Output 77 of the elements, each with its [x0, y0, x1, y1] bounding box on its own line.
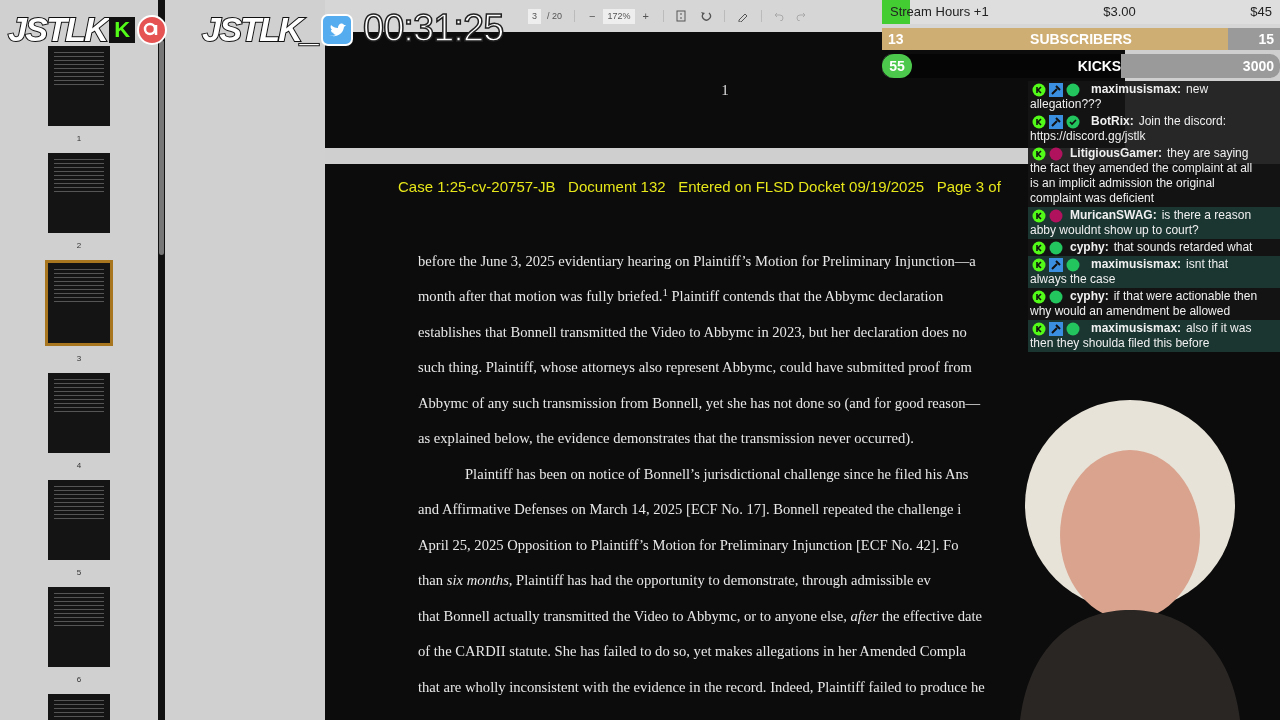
chat-username: maximusismax: — [1091, 321, 1182, 336]
zoom-in-button[interactable]: + — [640, 8, 651, 25]
document-text-line: of the CARDII statute. She has failed to do so, yet makes allegations in her Amended Compla — [418, 642, 966, 661]
document-text-line: that Bonnell actually transmitted the Video to Abbymc, or to anyone else, after the effective date — [418, 606, 982, 626]
document-text-line: establishes that Bonnell transmitted the Video to Abbymc in 2023, but her declaration does no — [418, 322, 967, 342]
page-number: 1 — [721, 80, 729, 100]
page-label: 2 — [76, 240, 82, 252]
channel-logo-text: JSTLK — [8, 9, 108, 50]
page-thumbnail[interactable] — [48, 587, 110, 667]
hammer-badge-icon — [1049, 321, 1063, 336]
document-text-line: and Affirmative Defenses on March 14, 2025 [ECF No. 17]. Bonnell repeated the challenge i — [418, 500, 962, 519]
document-text-line: such thing. Plaintiff, whose attorneys also represent Abbymc, could have submitted proof from — [418, 358, 972, 377]
chat-message-text: https://discord.gg/jstlk — [1030, 129, 1146, 144]
kick-badge-icon — [1032, 321, 1046, 336]
chat-message-text: new — [1186, 82, 1209, 97]
document-text-line: that are wholly inconsistent with the evidence in the record. Indeed, Plaintiff failed to produce he — [418, 677, 985, 697]
zoom-out-button[interactable]: − — [587, 8, 598, 25]
page-label: 6 — [76, 674, 82, 686]
chat-username: MuricanSWAG: — [1070, 208, 1157, 223]
page-label: 4 — [76, 460, 82, 472]
page-label: 3 — [76, 353, 82, 365]
document-text-line: Abbymc of any such transmission from Bonnell, yet she has not done so (and for good reason— — [418, 393, 981, 413]
chat-username: maximusismax: — [1091, 257, 1182, 272]
document-text-line: April 25, 2025 Opposition to Plaintiff’s Motion for Preliminary Injunction [ECF No. 42]. Fo — [418, 535, 959, 555]
document-text-line: as explained below, the evidence demonstrates that the transmission never occurred). — [418, 429, 914, 448]
channel-logo-text: JSTLK_ — [202, 9, 319, 50]
document-text-line: month after that motion was fully briefed.$^{1}$ Plaintiff contends that the Abbymc declaration — [418, 286, 944, 306]
goal-count: 13 — [888, 29, 904, 49]
goal-target: 15 — [1258, 29, 1274, 49]
page-thumbnail[interactable] — [48, 46, 110, 126]
chat-message-text: they are saying — [1167, 146, 1249, 161]
goal-amount: $3.00 — [1103, 3, 1136, 22]
rotate-icon[interactable] — [699, 10, 712, 23]
page-thumbnail[interactable] — [48, 153, 110, 233]
chat-username: cyphy: — [1070, 240, 1109, 255]
chat-message-text: the fact they amended the complaint at all — [1030, 161, 1253, 176]
redo-icon[interactable] — [795, 11, 806, 22]
page-thumbnail[interactable] — [48, 373, 110, 453]
kick-badge-icon — [1032, 208, 1046, 223]
goal-target: $45 — [1250, 3, 1272, 22]
document-text-line: Plaintiff has been on notice of Bonnell’s jurisdictional challenge since he filed his Ans — [465, 464, 969, 484]
goal-title: SUBSCRIBERS — [1030, 29, 1132, 49]
record-logo-icon — [137, 14, 168, 45]
goal-target: 3000 — [1242, 56, 1274, 76]
chat-message-text: is an implicit admission the original — [1030, 176, 1215, 191]
chat-message-text: then they shoulda filed this before — [1030, 336, 1210, 351]
chat-message-text: also if it was — [1186, 321, 1252, 336]
chat-message-text: why would an amendment be allowed — [1030, 304, 1231, 319]
page-label: 1 — [76, 133, 82, 145]
chat-message-text: always the case — [1030, 272, 1116, 287]
chat-username: maximusismax: — [1091, 82, 1182, 97]
bird-icon — [321, 13, 354, 46]
chat-username: cyphy: — [1070, 289, 1109, 304]
goal-title: KICKS — [1077, 56, 1122, 76]
chat-message-text: that sounds retarded what — [1113, 240, 1253, 255]
hammer-badge-icon — [1049, 257, 1063, 272]
page-count: / 20 — [547, 9, 563, 23]
undo-icon[interactable] — [773, 11, 784, 22]
page-label: 5 — [76, 567, 82, 579]
document-header: Case 1:25-cv-20757-JB Document 132 Entered on FLSD Docket 09/19/2025 Page 3 of — [398, 177, 1001, 197]
chat-message-text: is there a reason — [1161, 208, 1252, 223]
chat-username: LitigiousGamer: — [1070, 146, 1162, 161]
page-thumbnail[interactable] — [48, 480, 110, 560]
chat-message-text: complaint was deficient — [1030, 191, 1155, 206]
fit-page-icon[interactable] — [675, 10, 686, 23]
chat-message-text: Join the discord: — [1138, 114, 1227, 129]
page-thumbnail[interactable] — [45, 260, 113, 346]
document-text-line: before the June 3, 2025 evidentiary hearing on Plaintiff’s Motion for Preliminary Injunction—a — [418, 251, 976, 271]
chat-username: BotRix: — [1091, 114, 1134, 129]
document-text-line: than six months, Plaintiff has had the opportunity to demonstrate, through admissible ev — [418, 571, 931, 590]
chat-message-text: allegation??? — [1030, 97, 1102, 112]
chat-message-text: isnt that — [1186, 257, 1229, 272]
kick-logo: K — [109, 16, 136, 43]
chat-message-text: abby wouldnt show up to court? — [1030, 223, 1199, 238]
chat-message-text: if that were actionable then — [1113, 289, 1258, 304]
kick-badge-icon — [1032, 257, 1046, 272]
goal-count: 55 — [882, 54, 912, 78]
